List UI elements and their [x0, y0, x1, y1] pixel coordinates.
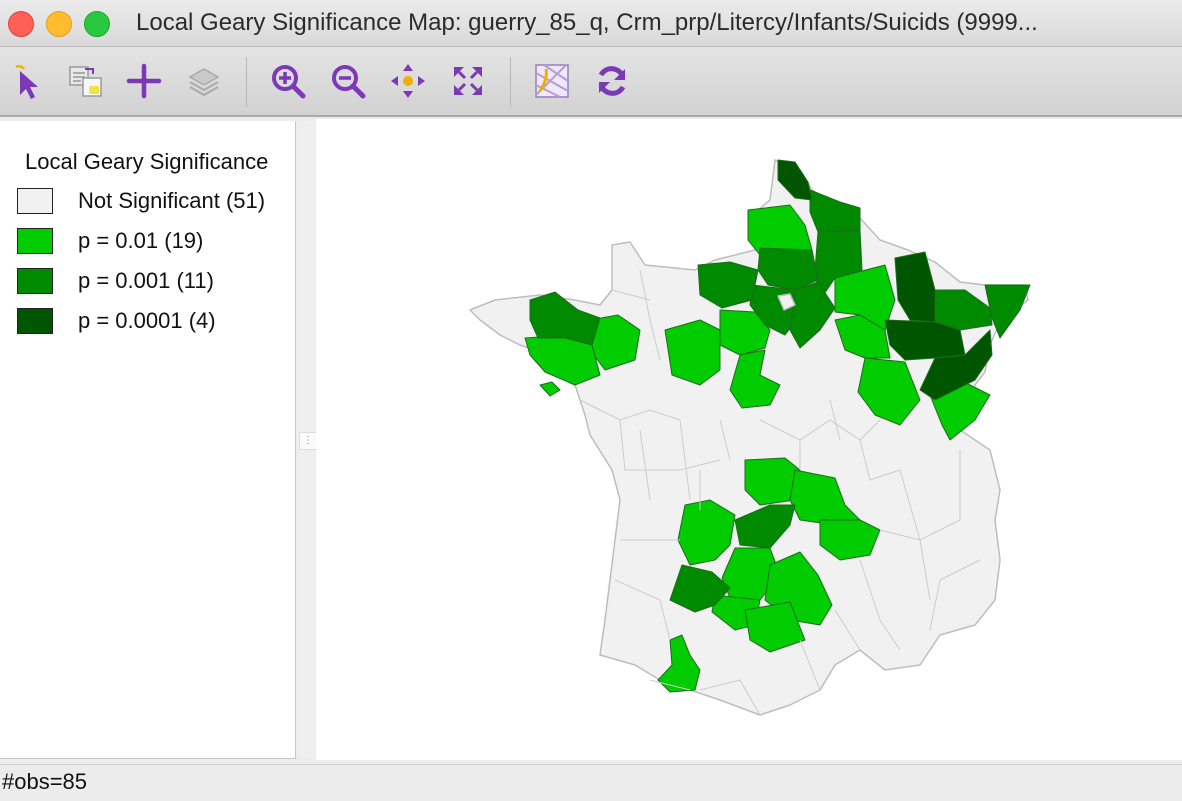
obs-count: #obs=85 [2, 769, 88, 794]
map-region-p01[interactable] [539, 381, 561, 397]
splitter-grip-icon[interactable]: ⋮ [299, 432, 317, 450]
legend-panel: Local Geary Significance Not Significant… [0, 121, 296, 759]
map-region-p01[interactable] [664, 319, 721, 386]
toolbar [0, 47, 1182, 117]
legend-item-p01[interactable]: p = 0.01 (19) [17, 227, 203, 255]
layers-icon[interactable] [182, 59, 226, 103]
legend-title: Local Geary Significance [25, 149, 269, 174]
legend-swatch [17, 188, 53, 214]
legend-label: p = 0.01 (19) [78, 228, 204, 253]
legend-label: p = 0.001 (11) [78, 268, 214, 293]
toolbar-separator [246, 57, 247, 107]
legend-label: Not Significant (51) [78, 188, 266, 213]
map-region-p001[interactable] [757, 247, 819, 291]
minimize-window-button[interactable] [46, 11, 72, 37]
legend-item-p0001[interactable]: p = 0.0001 (4) [17, 307, 216, 335]
legend-label: p = 0.0001 (4) [78, 308, 216, 333]
map-canvas[interactable] [316, 119, 1182, 760]
toolbar-separator [510, 57, 511, 107]
zoom-out-icon[interactable] [326, 59, 370, 103]
close-window-button[interactable] [8, 11, 34, 37]
zoom-in-icon[interactable] [266, 59, 310, 103]
map-region-p001[interactable] [529, 291, 601, 346]
fit-extent-icon[interactable] [446, 59, 490, 103]
basemap-icon[interactable] [530, 59, 574, 103]
title-bar: Local Geary Significance Map: guerry_85_… [0, 0, 1182, 47]
add-layer-icon[interactable] [122, 59, 166, 103]
legend-swatch [17, 268, 53, 294]
maximize-window-button[interactable] [84, 11, 110, 37]
legend-item-p001[interactable]: p = 0.001 (11) [17, 267, 214, 295]
legend-swatch [17, 228, 53, 254]
status-bar: #obs=85 [0, 764, 1182, 801]
select-icon[interactable] [4, 59, 48, 103]
window-title: Local Geary Significance Map: guerry_85_… [136, 9, 1038, 36]
copy-map-icon[interactable] [64, 59, 108, 103]
legend-item-not-significant[interactable]: Not Significant (51) [17, 187, 265, 215]
pan-icon[interactable] [386, 59, 430, 103]
map-svg[interactable] [316, 119, 1182, 760]
refresh-icon[interactable] [590, 59, 634, 103]
legend-swatch [17, 308, 53, 334]
